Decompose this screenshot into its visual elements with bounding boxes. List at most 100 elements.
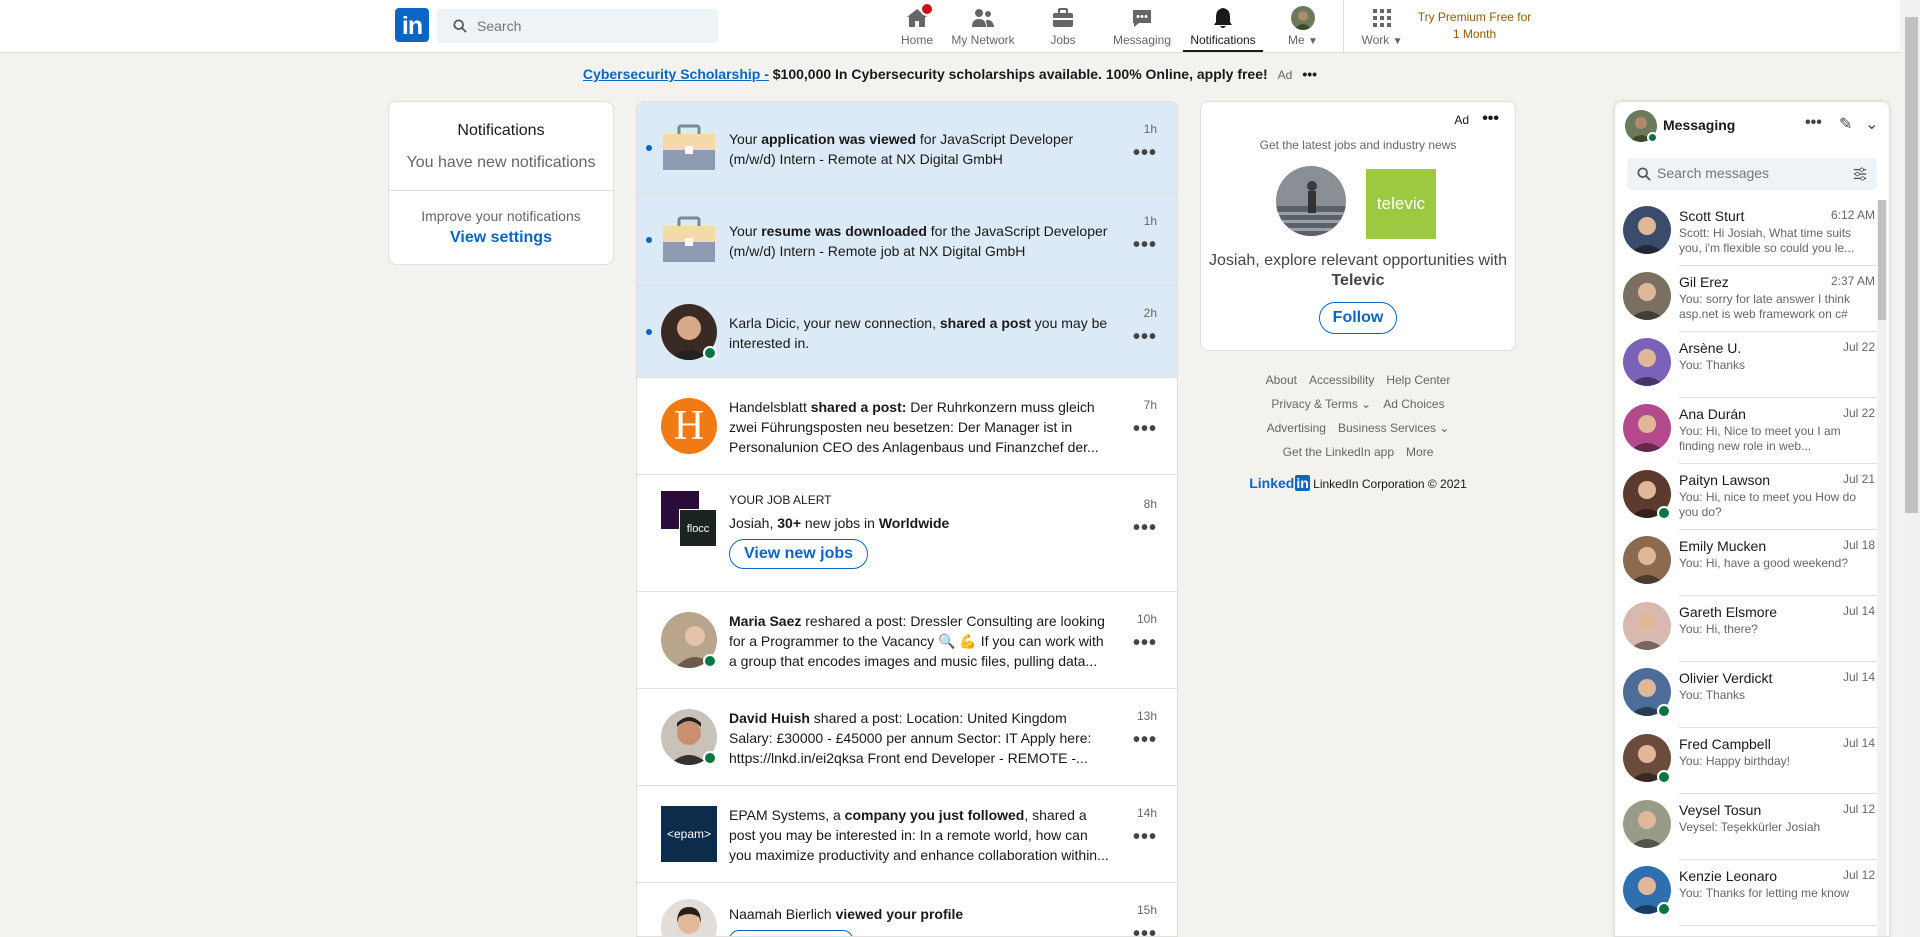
nav-label: Notifications (1190, 33, 1256, 47)
nav-me[interactable]: Me ▼ (1270, 0, 1336, 52)
conversation-item[interactable]: Arsène U. Jul 22 You: Thanks (1615, 332, 1885, 398)
notification-text: Your resume was downloaded for the JavaS… (729, 223, 1108, 259)
notification-text: Your application was viewed for JavaScri… (729, 131, 1074, 167)
nav-jobs[interactable]: Jobs (1035, 0, 1091, 52)
notification-time: 2h (1143, 306, 1157, 320)
scrollbar-thumb[interactable] (1905, 17, 1918, 513)
footer-links: About Accessibility Help Center Privacy & … (1200, 368, 1516, 464)
more-options-icon[interactable]: ••• (1133, 234, 1157, 257)
premium-link[interactable]: Try Premium Free for 1 Month (1417, 9, 1532, 43)
televic-logo: televic (1366, 169, 1436, 239)
avatar (1623, 536, 1671, 584)
search-input[interactable] (477, 17, 707, 35)
footer-link-business-services[interactable]: Business Services ⌄ (1338, 421, 1449, 435)
more-options-icon[interactable]: ••• (1133, 923, 1157, 936)
notification-time: 7h (1143, 398, 1157, 412)
footer-link-privacy[interactable]: Privacy & Terms ⌄ (1271, 397, 1371, 411)
more-options-icon[interactable]: ••• (1133, 517, 1157, 540)
scrollbar-thumb[interactable] (1878, 200, 1886, 320)
notification-text: Naamah Bierlich viewed your profile (729, 906, 964, 922)
search-bar[interactable] (437, 9, 718, 43)
footer-link-accessibility[interactable]: Accessibility (1309, 373, 1374, 387)
notification-text: Karla Dicic, your new connection, shared… (729, 315, 1108, 351)
conversation-item[interactable]: Paityn Lawson Jul 21 You: Hi, nice to meet… (1615, 464, 1885, 530)
briefcase-icon (661, 120, 717, 176)
nav-notifications[interactable]: Notifications (1183, 0, 1263, 52)
more-options-icon[interactable]: ••• (1133, 326, 1157, 349)
nav-messaging[interactable]: Messaging (1102, 0, 1182, 52)
messages-search-input[interactable] (1657, 165, 1837, 181)
notification-item[interactable]: H Handelsblatt shared a post: Der Ruhrko… (637, 378, 1177, 475)
nav-home[interactable]: Home (882, 0, 952, 52)
conversation-item[interactable]: Ana Durán Jul 22 You: Hi, Nice to meet you… (1615, 398, 1885, 464)
nav-my-network[interactable]: My Network (946, 0, 1020, 52)
conversation-item[interactable]: Gareth Elsmore Jul 14 You: Hi, there? (1615, 596, 1885, 662)
notification-item[interactable]: flocc YOUR JOB ALERT Josiah, 30+ new job… (637, 475, 1177, 592)
messaging-title: Messaging (1663, 117, 1736, 133)
ad-banner-text[interactable]: $100,000 In Cybersecurity scholarships a… (769, 66, 1268, 82)
notification-item[interactable]: David Huish shared a post: Location: Uni… (637, 689, 1177, 786)
notification-time: 8h (1143, 497, 1157, 511)
messages-search-bar[interactable] (1627, 158, 1877, 190)
more-options-icon[interactable]: ••• (1482, 110, 1499, 128)
more-options-icon[interactable]: ••• (1133, 418, 1157, 441)
conversation-item[interactable]: Scott Sturt 6:12 AM Scott: Hi Josiah, What… (1615, 200, 1885, 266)
network-icon (971, 6, 995, 30)
nav-label: My Network (951, 33, 1015, 47)
notifications-sidebar-card: Notifications You have new notifications… (388, 101, 614, 265)
nav-work[interactable]: Work ▼ (1352, 0, 1412, 52)
conversation-date: Jul 18 (1842, 538, 1875, 552)
notification-item[interactable]: <epam> EPAM Systems, a company you just … (637, 786, 1177, 883)
more-options-icon[interactable]: ••• (1805, 114, 1822, 132)
footer-link-get-app[interactable]: Get the LinkedIn app (1283, 445, 1394, 459)
messaging-scrollbar[interactable] (1877, 200, 1887, 936)
more-options-icon[interactable]: ••• (1133, 826, 1157, 849)
conversation-name: Gil Erez (1679, 274, 1729, 290)
conversation-date: Jul 12 (1842, 802, 1875, 816)
footer-link-about[interactable]: About (1266, 373, 1297, 387)
notification-item[interactable]: Maria Saez reshared a post: Dressler Con… (637, 592, 1177, 689)
footer-link-ad-choices[interactable]: Ad Choices (1383, 397, 1444, 411)
nav-label: Jobs (1050, 33, 1076, 47)
conversation-item[interactable]: Gil Erez 2:37 AM You: sorry for late answe… (1615, 266, 1885, 332)
conversation-item[interactable]: Emily Mucken Jul 18 You: Hi, have a good w… (1615, 530, 1885, 596)
footer-link-more[interactable]: More (1406, 445, 1433, 459)
conversation-date: 2:37 AM (1830, 274, 1875, 288)
view-profile-button[interactable] (729, 930, 853, 936)
notification-time: 1h (1143, 214, 1157, 228)
online-indicator (1657, 506, 1671, 520)
conversation-item[interactable]: Olivier Verdickt Jul 14 You: Thanks (1615, 662, 1885, 728)
compose-icon[interactable]: ✎ (1839, 114, 1852, 134)
conversation-item[interactable]: Fred Campbell Jul 14 You: Happy birthday! (1615, 728, 1885, 794)
ad-tagline: Get the latest jobs and industry news (1259, 138, 1457, 152)
view-settings-link[interactable]: View settings (389, 229, 613, 247)
linkedin-logo[interactable]: in (395, 8, 429, 42)
conversation-name: Scott Sturt (1679, 208, 1745, 224)
conversation-date: 6:12 AM (1830, 208, 1875, 222)
page-scrollbar[interactable] (1903, 0, 1920, 937)
conversation-item[interactable]: Kenzie Leonaro Jul 12 You: Thanks for lett… (1615, 860, 1885, 926)
notification-item[interactable]: Karla Dicic, your new connection, shared… (637, 286, 1177, 378)
follow-button[interactable]: Follow (1319, 302, 1397, 334)
view-new-jobs-button[interactable]: View new jobs (729, 539, 869, 569)
chevron-down-icon[interactable]: ⌄ (1865, 114, 1878, 134)
more-options-icon[interactable]: ••• (1133, 142, 1157, 165)
notification-text: Maria Saez reshared a post: Dressler Con… (729, 613, 1105, 669)
more-options-icon[interactable]: ••• (1133, 729, 1157, 752)
avatar (1623, 404, 1671, 452)
footer-link-advertising[interactable]: Advertising (1267, 421, 1326, 435)
conversation-item[interactable]: Veysel Tosun Jul 12 Veysel: Teşekkürler Jo… (1615, 794, 1885, 860)
messaging-header[interactable]: Messaging ••• ✎ ⌄ (1615, 102, 1889, 150)
more-options-icon[interactable]: ••• (1133, 632, 1157, 655)
more-options-icon[interactable]: ••• (1302, 66, 1317, 82)
footer-link-help-center[interactable]: Help Center (1386, 373, 1450, 387)
online-indicator (1647, 132, 1658, 143)
unread-indicator (646, 237, 652, 243)
ad-banner-link[interactable]: Cybersecurity Scholarship - (583, 66, 769, 82)
filter-icon[interactable] (1853, 167, 1867, 181)
notification-item[interactable]: Your application was viewed for JavaScri… (637, 102, 1177, 194)
notification-item[interactable]: Naamah Bierlich viewed your profile 15h … (637, 883, 1177, 936)
home-icon (905, 2, 934, 30)
notification-item[interactable]: Your resume was downloaded for the JavaS… (637, 194, 1177, 286)
ad-banner: Cybersecurity Scholarship - $100,000 In … (0, 66, 1900, 82)
